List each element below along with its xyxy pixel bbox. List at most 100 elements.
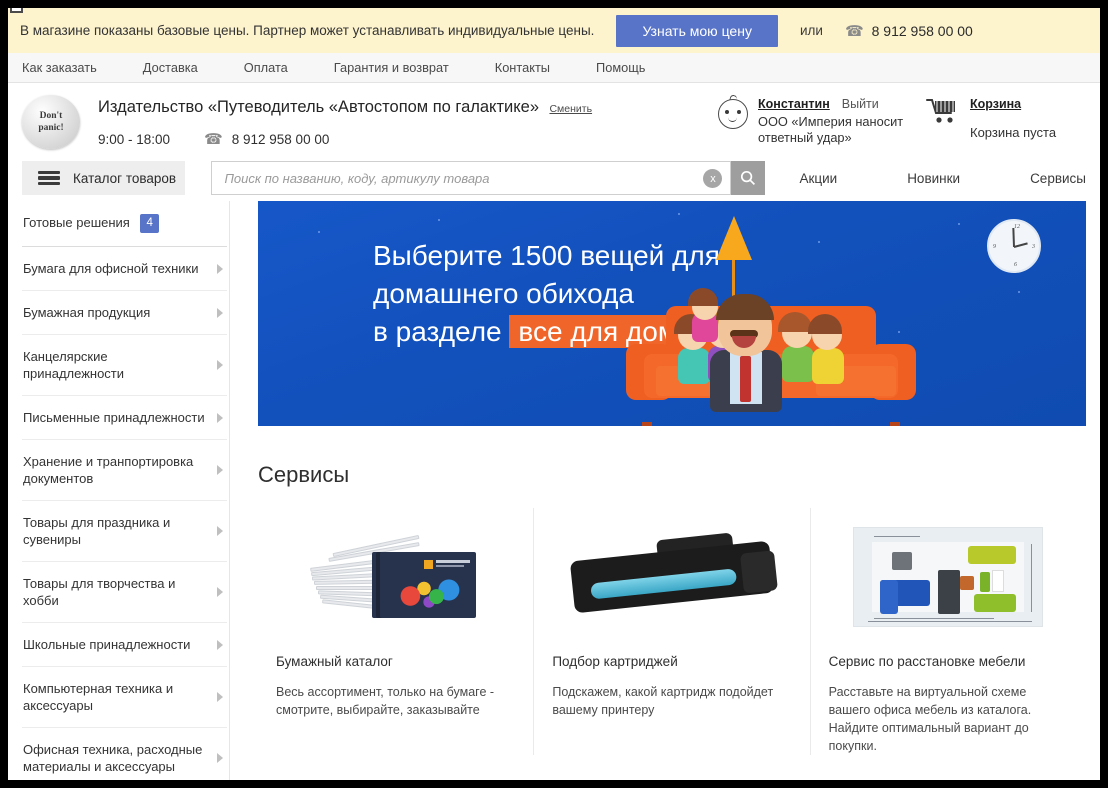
- service-card-cartridge-selection[interactable]: Подбор картриджей Подскажем, какой картр…: [534, 508, 811, 755]
- sidebar-item-label: Готовые решения: [23, 215, 130, 230]
- brand-block: Издательство «Путеводитель «Автостопом п…: [98, 95, 592, 148]
- service-card-heading: Подбор картриджей: [552, 654, 678, 669]
- topnav-item-help[interactable]: Помощь: [596, 60, 645, 75]
- notice-phone-block: ☎ 8 912 958 00 00: [845, 22, 973, 40]
- search-submit-button[interactable]: [731, 161, 766, 195]
- sidebar-item-label: Офисная техника, расходные материалы и а…: [23, 742, 203, 774]
- sidebar-item-crafts-hobby[interactable]: Товары для творчества и хобби: [22, 562, 227, 623]
- topnav-item-warranty[interactable]: Гарантия и возврат: [334, 60, 449, 75]
- chevron-right-icon: [217, 753, 223, 763]
- chevron-right-icon: [217, 639, 223, 650]
- services-heading: Сервисы: [258, 462, 350, 487]
- check-my-price-button[interactable]: Узнать мою цену: [616, 14, 778, 47]
- sidebar-item-party-goods[interactable]: Товары для праздника и сувениры: [22, 501, 227, 562]
- office-plan-image: [829, 522, 1068, 632]
- page-title: Издательство «Путеводитель «Автостопом п…: [98, 98, 539, 116]
- cart-block[interactable]: Корзина Корзина пуста: [926, 97, 1056, 140]
- topnav-item-how-to-order[interactable]: Как заказать: [22, 60, 97, 75]
- sidebar-item-ready-solutions[interactable]: Готовые решения 4: [22, 201, 227, 247]
- change-company-link[interactable]: Сменить: [549, 103, 592, 115]
- brand-title-row: Издательство «Путеводитель «Автостопом п…: [98, 98, 592, 117]
- sidebar-item-label: Бумажная продукция: [23, 305, 151, 320]
- sidebar-item-paper-products[interactable]: Бумажная продукция: [22, 291, 227, 335]
- phone-icon: ☎: [844, 22, 864, 40]
- window-control-icon[interactable]: [10, 8, 23, 13]
- sidebar-item-writing-supplies[interactable]: Письменные принадлежности: [22, 396, 227, 440]
- link-new-items[interactable]: Новинки: [907, 171, 960, 186]
- toner-graphic: [568, 525, 778, 629]
- family-on-sofa-illustration: [626, 288, 916, 426]
- avatar: [718, 94, 748, 129]
- sidebar-item-label: Товары для праздника и сувениры: [23, 515, 171, 547]
- price-notice-bar: В магазине показаны базовые цены. Партне…: [8, 8, 1100, 53]
- account-name-link[interactable]: Константин: [758, 97, 830, 111]
- price-notice-text: В магазине показаны базовые цены. Партне…: [20, 23, 595, 38]
- service-card-text: Подскажем, какой картридж подойдет вашем…: [552, 685, 774, 717]
- sidebar-item-document-storage[interactable]: Хранение и транпортировка документов: [22, 440, 227, 501]
- logo-line-1: Don't: [39, 111, 63, 121]
- sidebar-item-label: Канцелярские принадлежности: [23, 349, 125, 381]
- chevron-right-icon: [217, 692, 223, 702]
- search-input[interactable]: [211, 161, 732, 195]
- page-body: Готовые решения 4 Бумага для офисной тех…: [8, 201, 1100, 780]
- brand-contacts: 9:00 - 18:00 ☎ 8 912 958 00 00: [98, 130, 592, 148]
- logo-line-2: panic!: [38, 123, 64, 133]
- notice-phone-number: 8 912 958 00 00: [871, 22, 973, 39]
- promo-banner[interactable]: Выберите 1500 вещей для домашнего обиход…: [258, 201, 1086, 426]
- sidebar-item-label: Письменные принадлежности: [23, 410, 205, 425]
- service-card-text: Весь ассортимент, только на бумаге - смо…: [276, 685, 495, 717]
- notice-or-label: или: [799, 23, 823, 38]
- sidebar-item-badge: 4: [140, 214, 159, 233]
- service-card-furniture-planner[interactable]: Сервис по расстановке мебели Расставьте …: [811, 508, 1086, 755]
- sidebar-item-label: Школьные принадлежности: [23, 637, 191, 652]
- wall-clock-icon: 12 3 69: [987, 219, 1041, 273]
- search-row: Каталог товаров x Акции Новинки Сервисы: [22, 161, 1086, 195]
- topnav-item-contacts[interactable]: Контакты: [495, 60, 550, 75]
- chevron-right-icon: [217, 412, 223, 423]
- phone-icon: ☎: [204, 131, 223, 148]
- topnav-item-delivery[interactable]: Доставка: [143, 60, 198, 75]
- sidebar-item-office-paper[interactable]: Бумага для офисной техники: [22, 247, 227, 291]
- catalog-menu-label: Каталог товаров: [73, 170, 177, 186]
- account-block: Константин Выйти ООО «Империя наносит от…: [718, 94, 908, 146]
- sidebar-item-label: Товары для творчества и хобби: [23, 576, 176, 608]
- catalog-stack-graphic: [306, 532, 486, 622]
- site-header: Don't panic! Издательство «Путеводитель …: [8, 83, 1100, 153]
- sidebar-item-office-equipment[interactable]: Офисная техника, расходные материалы и а…: [22, 728, 227, 780]
- cart-icon[interactable]: [926, 97, 958, 125]
- link-promotions[interactable]: Акции: [799, 171, 837, 186]
- chevron-right-icon: [217, 465, 223, 475]
- browser-page: В магазине показаны базовые цены. Партне…: [8, 8, 1100, 780]
- services-cards: Бумажный каталог Весь ассортимент, тольк…: [258, 508, 1086, 755]
- account-text: Константин Выйти ООО «Империя наносит от…: [758, 97, 908, 146]
- paper-catalog-image: [276, 522, 515, 632]
- chevron-right-icon: [217, 263, 223, 274]
- working-hours: 9:00 - 18:00: [98, 131, 171, 147]
- sidebar-item-computer-equipment[interactable]: Компьютерная техника и аксессуары: [22, 667, 227, 728]
- sidebar-item-stationery[interactable]: Канцелярские принадлежности: [22, 335, 227, 396]
- logout-link[interactable]: Выйти: [842, 97, 879, 111]
- cart-title-link[interactable]: Корзина: [970, 97, 1056, 111]
- service-card-heading: Бумажный каталог: [276, 654, 393, 669]
- topnav-item-payment[interactable]: Оплата: [244, 60, 288, 75]
- top-navigation: Как заказать Доставка Оплата Гарантия и …: [8, 53, 1100, 83]
- chevron-right-icon: [217, 360, 223, 370]
- account-organization: ООО «Империя наносит ответный удар»: [758, 114, 904, 145]
- secondary-links: Акции Новинки Сервисы: [799, 161, 1086, 195]
- hamburger-icon: [38, 170, 60, 186]
- main-content: Выберите 1500 вещей для домашнего обиход…: [230, 201, 1086, 780]
- banner-line-3-prefix: в разделе: [373, 316, 502, 347]
- header-phone-number: 8 912 958 00 00: [231, 131, 330, 147]
- cart-text: Корзина Корзина пуста: [970, 97, 1056, 140]
- service-card-text: Расставьте на виртуальной схеме вашего о…: [828, 685, 1032, 753]
- site-logo[interactable]: Don't panic!: [22, 95, 80, 149]
- search-box: x: [211, 161, 732, 195]
- catalog-menu-button[interactable]: Каталог товаров: [22, 161, 186, 195]
- chevron-right-icon: [217, 526, 223, 536]
- banner-line-1: Выберите 1500 вещей для: [373, 240, 720, 271]
- service-card-paper-catalog[interactable]: Бумажный каталог Весь ассортимент, тольк…: [258, 508, 535, 755]
- cart-status: Корзина пуста: [970, 125, 1057, 140]
- chevron-right-icon: [217, 587, 223, 597]
- sidebar-item-school-supplies[interactable]: Школьные принадлежности: [22, 623, 227, 667]
- link-services[interactable]: Сервисы: [1030, 171, 1086, 186]
